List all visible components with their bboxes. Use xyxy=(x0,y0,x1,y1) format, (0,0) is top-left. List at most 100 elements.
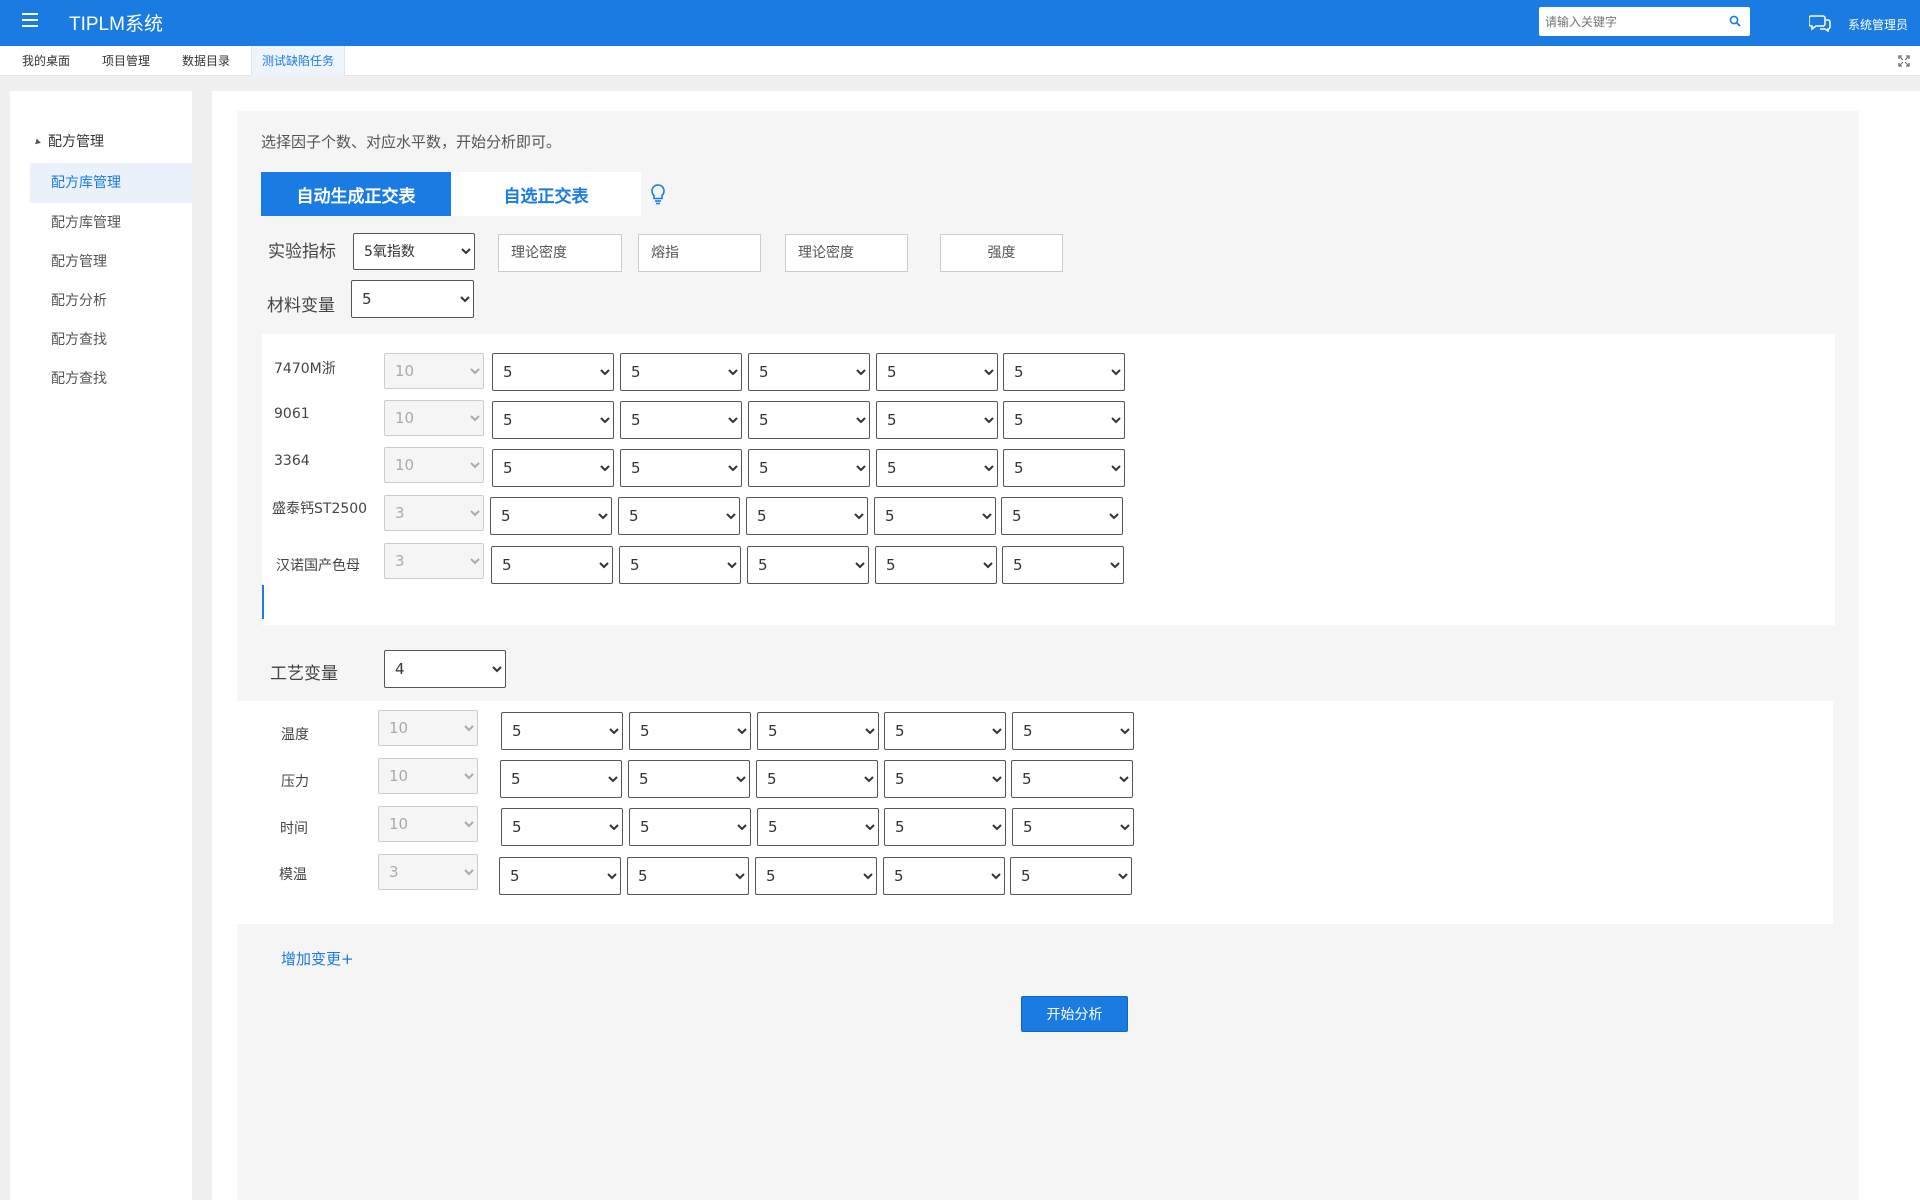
material-count-select[interactable]: 5 xyxy=(351,280,474,318)
menu-icon[interactable] xyxy=(22,13,38,27)
material-value-select[interactable]: 5 xyxy=(620,353,742,391)
tab-desktop[interactable]: 我的桌面 xyxy=(12,46,80,76)
material-value-select[interactable]: 5 xyxy=(618,497,740,535)
process-value-select[interactable]: 5 xyxy=(1010,857,1132,895)
process-value-select[interactable]: 5 xyxy=(629,712,751,750)
process-value-select[interactable]: 5 xyxy=(499,857,621,895)
sidebar-item-formula-management[interactable]: 配方管理 xyxy=(30,242,192,282)
process-value-select[interactable]: 5 xyxy=(629,808,751,846)
material-value-select[interactable]: 5 xyxy=(490,497,612,535)
sidebar-item-formula-analysis[interactable]: 配方分析 xyxy=(30,281,192,321)
user-name[interactable]: 系统管理员 xyxy=(1848,16,1908,33)
process-value-select[interactable]: 5 xyxy=(1012,808,1134,846)
indicator-box-strength[interactable]: 强度 xyxy=(940,234,1063,272)
material-value-select[interactable]: 5 xyxy=(747,546,869,584)
app-title: TIPLM系统 xyxy=(69,14,163,35)
focus-caret xyxy=(262,585,264,619)
search-box xyxy=(1539,7,1750,36)
sidebar-group[interactable]: 配方管理 xyxy=(33,131,104,151)
material-value-select[interactable]: 5 xyxy=(1003,401,1125,439)
material-value-select[interactable]: 5 xyxy=(491,546,613,584)
material-value-select[interactable]: 5 xyxy=(748,449,870,487)
process-level-select[interactable]: 10 xyxy=(378,806,478,842)
material-name: 盛泰钙ST2500 xyxy=(272,501,368,517)
material-value-select[interactable]: 5 xyxy=(874,497,996,535)
process-value-select[interactable]: 5 xyxy=(884,712,1006,750)
process-value-select[interactable]: 5 xyxy=(501,712,623,750)
process-value-select[interactable]: 5 xyxy=(756,760,878,798)
tab-bar: 我的桌面 项目管理 数据目录 测试缺陷任务 xyxy=(0,46,1920,76)
material-level-select[interactable]: 10 xyxy=(384,447,484,483)
material-value-select[interactable]: 5 xyxy=(492,449,614,487)
process-value-select[interactable]: 5 xyxy=(1012,712,1134,750)
material-level-select[interactable]: 10 xyxy=(384,353,484,389)
material-variable-label: 材料变量 xyxy=(267,296,335,316)
process-value-select[interactable]: 5 xyxy=(883,857,1005,895)
manual-orthogonal-button[interactable]: 自选正交表 xyxy=(451,172,641,216)
material-value-select[interactable]: 5 xyxy=(1003,353,1125,391)
collapse-triangle-icon xyxy=(33,138,41,146)
process-value-select[interactable]: 5 xyxy=(757,712,879,750)
process-value-select[interactable]: 5 xyxy=(501,808,623,846)
add-change-link[interactable]: 增加变更+ xyxy=(281,948,354,969)
chat-icon[interactable] xyxy=(1809,13,1831,33)
material-value-select[interactable]: 5 xyxy=(748,353,870,391)
process-value-select[interactable]: 5 xyxy=(755,857,877,895)
start-analysis-button[interactable]: 开始分析 xyxy=(1021,996,1128,1032)
indicator-box-density[interactable]: 理论密度 xyxy=(498,234,622,272)
material-value-select[interactable]: 5 xyxy=(492,401,614,439)
material-level-select[interactable]: 10 xyxy=(384,400,484,436)
material-value-select[interactable]: 5 xyxy=(746,497,868,535)
material-value-select[interactable]: 5 xyxy=(619,546,741,584)
process-value-select[interactable]: 5 xyxy=(628,760,750,798)
sidebar-item-formula-library[interactable]: 配方库管理 xyxy=(30,163,192,203)
process-value-select[interactable]: 5 xyxy=(884,808,1006,846)
process-variable-label: 工艺变量 xyxy=(270,664,338,684)
indicator-box-density-2[interactable]: 理论密度 xyxy=(785,234,908,272)
material-value-select[interactable]: 5 xyxy=(876,449,998,487)
process-level-select[interactable]: 3 xyxy=(378,854,478,890)
sidebar-item-formula-search-2[interactable]: 配方查找 xyxy=(30,359,192,399)
sidebar: 配方管理 配方库管理 配方库管理 配方管理 配方分析 配方查找 配方查找 xyxy=(10,91,192,1200)
indicator-select[interactable]: 5氧指数 xyxy=(353,233,475,270)
material-value-select[interactable]: 5 xyxy=(492,353,614,391)
search-input[interactable] xyxy=(1539,7,1719,36)
process-level-select[interactable]: 10 xyxy=(378,710,478,746)
process-count-select[interactable]: 4 xyxy=(384,650,506,688)
tab-data-catalog[interactable]: 数据目录 xyxy=(172,46,240,76)
fullscreen-icon[interactable] xyxy=(1898,55,1910,67)
process-value-select[interactable]: 5 xyxy=(1011,760,1133,798)
material-value-select[interactable]: 5 xyxy=(1001,497,1123,535)
top-header: TIPLM系统 系统管理员 xyxy=(0,0,1920,46)
process-value-select[interactable]: 5 xyxy=(757,808,879,846)
material-value-select[interactable]: 5 xyxy=(876,401,998,439)
indicator-label: 实验指标 xyxy=(268,242,336,262)
process-value-select[interactable]: 5 xyxy=(884,760,1006,798)
material-name: 3364 xyxy=(274,453,310,469)
tab-project[interactable]: 项目管理 xyxy=(92,46,160,76)
material-value-select[interactable]: 5 xyxy=(875,546,997,584)
tab-test-defect[interactable]: 测试缺陷任务 xyxy=(251,46,346,76)
process-level-select[interactable]: 10 xyxy=(378,758,478,794)
material-name: 7470M浙 xyxy=(274,361,336,377)
process-name: 时间 xyxy=(280,821,308,837)
material-value-select[interactable]: 5 xyxy=(620,449,742,487)
process-name: 温度 xyxy=(281,727,309,743)
material-value-select[interactable]: 5 xyxy=(748,401,870,439)
material-value-select[interactable]: 5 xyxy=(620,401,742,439)
search-icon[interactable] xyxy=(1729,15,1741,27)
material-value-select[interactable]: 5 xyxy=(876,353,998,391)
intro-text: 选择因子个数、对应水平数，开始分析即可。 xyxy=(261,133,562,151)
material-level-select[interactable]: 3 xyxy=(384,543,484,579)
sidebar-item-formula-search[interactable]: 配方查找 xyxy=(30,320,192,360)
sidebar-item-formula-library-2[interactable]: 配方库管理 xyxy=(30,203,192,243)
process-value-select[interactable]: 5 xyxy=(500,760,622,798)
indicator-box-melt-index[interactable]: 熔指 xyxy=(638,234,761,272)
material-value-select[interactable]: 5 xyxy=(1002,546,1124,584)
auto-orthogonal-button[interactable]: 自动生成正交表 xyxy=(261,172,451,216)
material-level-select[interactable]: 3 xyxy=(384,495,484,531)
material-name: 9061 xyxy=(274,406,310,422)
lightbulb-icon[interactable] xyxy=(648,183,668,205)
process-value-select[interactable]: 5 xyxy=(627,857,749,895)
material-value-select[interactable]: 5 xyxy=(1003,449,1125,487)
